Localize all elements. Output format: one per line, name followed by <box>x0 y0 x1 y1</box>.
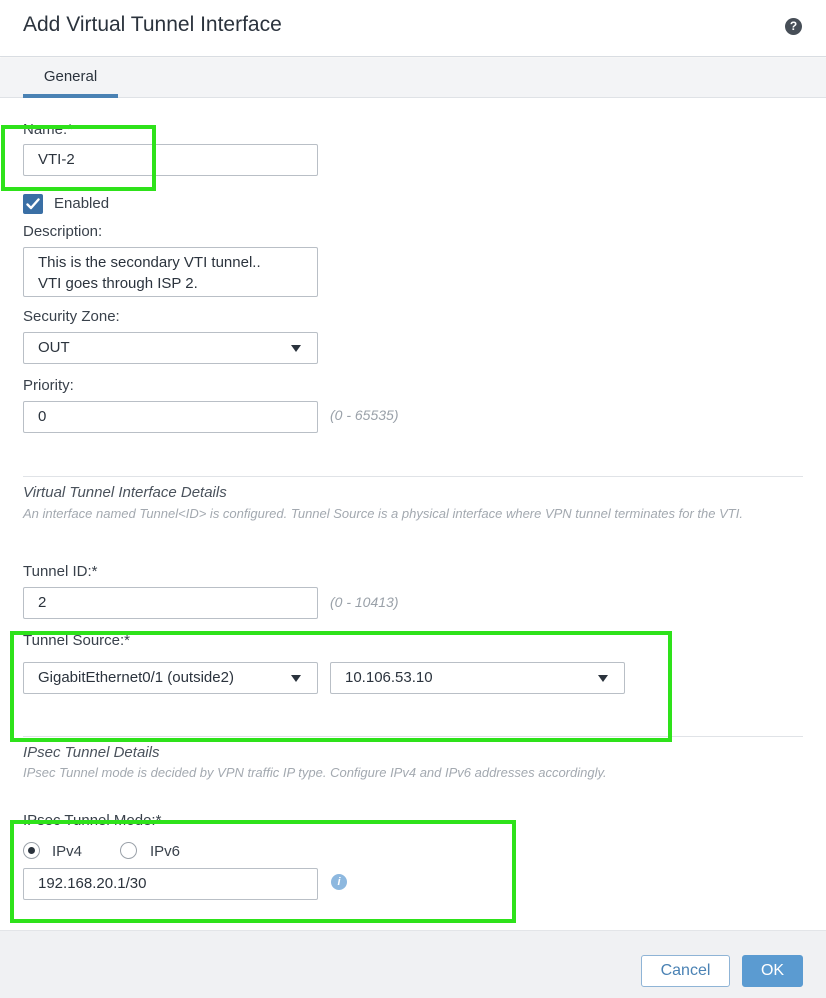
check-icon <box>26 198 40 210</box>
tab-general[interactable]: General <box>23 58 118 98</box>
tunnel-id-range-hint: (0 - 10413) <box>330 594 399 610</box>
ipv6-radio[interactable] <box>120 842 137 859</box>
tunnel-id-input[interactable]: 2 <box>23 587 318 619</box>
vti-details-description: An interface named Tunnel<ID> is configu… <box>23 506 743 521</box>
ipv4-radio[interactable] <box>23 842 40 859</box>
active-tab-indicator <box>23 94 118 98</box>
section-divider <box>23 736 803 737</box>
dialog-title: Add Virtual Tunnel Interface <box>23 13 282 36</box>
tunnel-source-interface-value: GigabitEthernet0/1 (outside2) <box>38 669 234 686</box>
ipv4-label: IPv4 <box>52 843 83 860</box>
dialog-header: Add Virtual Tunnel Interface ? <box>0 0 826 57</box>
help-icon[interactable]: ? <box>785 18 802 35</box>
chevron-down-icon <box>291 675 301 682</box>
add-vti-dialog: Add Virtual Tunnel Interface ? General N… <box>0 0 826 998</box>
tab-general-label: General <box>43 68 98 85</box>
description-label: Description: <box>23 223 103 240</box>
tunnel-source-interface-select[interactable]: GigabitEthernet0/1 (outside2) <box>23 662 318 694</box>
ok-button[interactable]: OK <box>742 955 803 987</box>
priority-range-hint: (0 - 65535) <box>330 407 399 423</box>
tunnel-source-ip-select[interactable]: 10.106.53.10 <box>330 662 625 694</box>
description-line-1: This is the secondary VTI tunnel.. <box>38 254 261 271</box>
tunnel-id-label: Tunnel ID:* <box>23 563 98 580</box>
vti-details-title: Virtual Tunnel Interface Details <box>23 484 227 501</box>
name-input[interactable]: VTI-2 <box>23 144 318 176</box>
dialog-footer: Cancel OK <box>0 930 826 998</box>
tunnel-source-label: Tunnel Source:* <box>23 632 131 649</box>
ipsec-tunnel-mode-label: IPsec Tunnel Mode:* <box>23 812 162 829</box>
info-icon[interactable]: i <box>331 874 347 890</box>
chevron-down-icon <box>598 675 608 682</box>
tab-bar: General <box>0 58 826 98</box>
ipv6-label: IPv6 <box>150 843 181 860</box>
cancel-button[interactable]: Cancel <box>641 955 730 987</box>
chevron-down-icon <box>291 345 301 352</box>
priority-input[interactable]: 0 <box>23 401 318 433</box>
ipsec-details-title: IPsec Tunnel Details <box>23 744 160 761</box>
enabled-checkbox[interactable] <box>23 194 43 214</box>
priority-label: Priority: <box>23 377 74 394</box>
security-zone-label: Security Zone: <box>23 308 120 325</box>
description-line-2: VTI goes through ISP 2. <box>38 275 198 292</box>
enabled-label: Enabled <box>54 195 110 212</box>
security-zone-value: OUT <box>38 339 70 356</box>
description-textarea[interactable]: This is the secondary VTI tunnel.. VTI g… <box>23 247 318 297</box>
security-zone-select[interactable]: OUT <box>23 332 318 364</box>
ipsec-details-description: IPsec Tunnel mode is decided by VPN traf… <box>23 765 607 780</box>
name-label: Name:* <box>23 121 74 138</box>
tunnel-source-ip-value: 10.106.53.10 <box>345 669 433 686</box>
ipsec-address-input[interactable]: 192.168.20.1/30 <box>23 868 318 900</box>
section-divider <box>23 476 803 477</box>
